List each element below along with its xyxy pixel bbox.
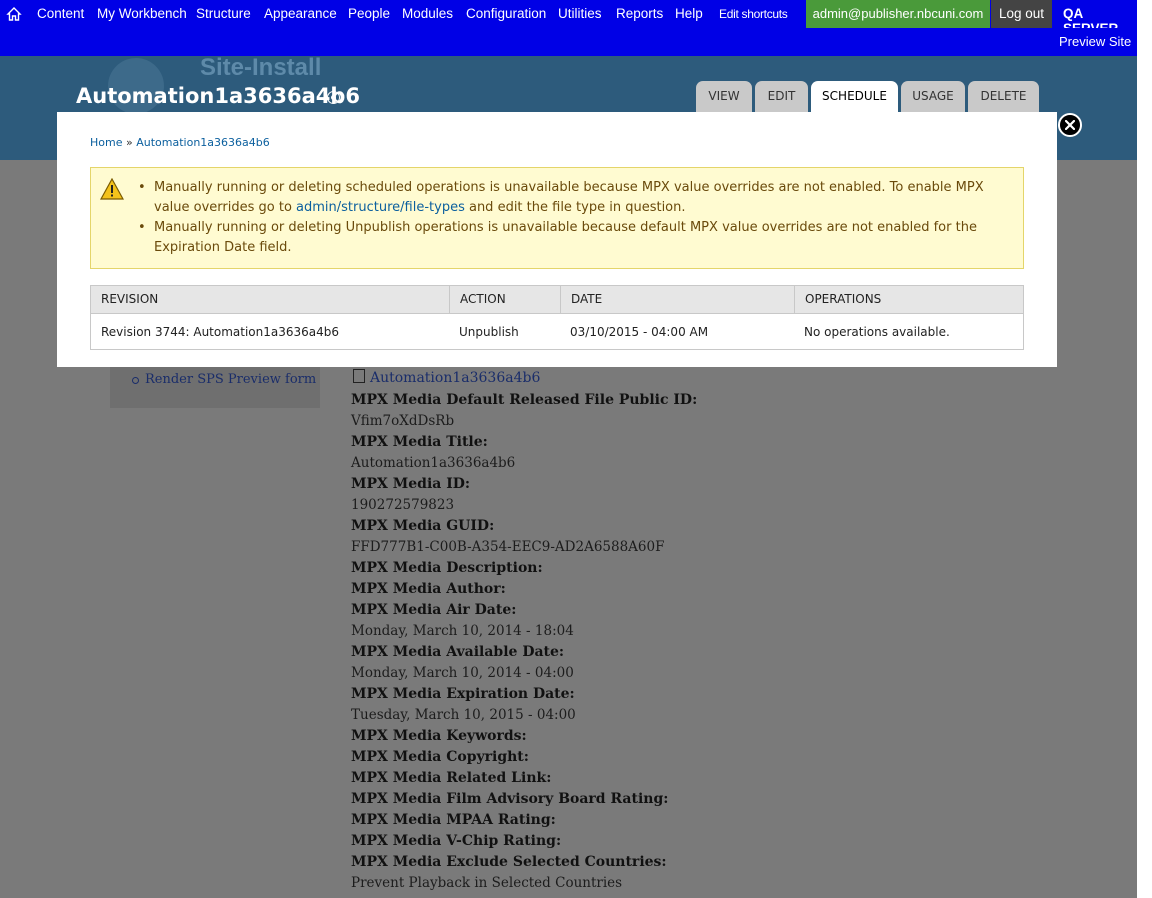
toolbar-item-my-workbench[interactable]: My Workbench (97, 6, 187, 21)
field-value: Monday, March 10, 2014 - 04:00 (351, 665, 574, 681)
field-label: MPX Media Related Link: (351, 770, 552, 786)
field-label: MPX Media Expiration Date: (351, 686, 575, 702)
shortcut-bar: Preview Site (0, 28, 1137, 56)
cell-operations: No operations available. (804, 325, 950, 339)
schedule-dialog: Home » Automation1a3636a4b6 Manually run… (57, 112, 1057, 367)
toolbar-item-configuration[interactable]: Configuration (466, 6, 546, 21)
tab-edit[interactable]: EDIT (755, 81, 808, 112)
field-label: MPX Media Copyright: (351, 749, 529, 765)
table-header: REVISION ACTION DATE OPERATIONS (91, 286, 1023, 313)
col-operations: OPERATIONS (805, 292, 882, 306)
field-label: MPX Media Available Date: (351, 644, 565, 660)
film-icon (353, 369, 365, 383)
mpx-fields: MPX Media Default Released File Public I… (351, 390, 1051, 894)
col-revision: REVISION (91, 286, 450, 313)
warning-icon (100, 178, 124, 200)
field-value: Tuesday, March 10, 2015 - 04:00 (351, 707, 576, 723)
admin-toolbar: Content My Workbench Structure Appearanc… (0, 0, 1137, 36)
field-label: MPX Media Default Released File Public I… (351, 392, 698, 408)
title-action-icon[interactable] (327, 91, 340, 104)
site-name[interactable]: Site-Install (200, 54, 321, 82)
toolbar-item-appearance[interactable]: Appearance (264, 6, 337, 21)
warning-list: Manually running or deleting scheduled o… (138, 178, 998, 258)
toolbar-item-people[interactable]: People (348, 6, 390, 21)
warning-item: Manually running or deleting Unpublish o… (138, 218, 998, 258)
close-icon (1065, 120, 1075, 130)
field-label: MPX Media Author: (351, 581, 506, 597)
cell-action: Unpublish (459, 325, 519, 339)
page-title: Automation1a3636a4b6 (76, 84, 360, 108)
toolbar-item-modules[interactable]: Modules (402, 6, 453, 21)
breadcrumb: Home » Automation1a3636a4b6 (90, 136, 270, 149)
field-value: Monday, March 10, 2014 - 18:04 (351, 623, 574, 639)
field-label: MPX Media GUID: (351, 518, 495, 534)
col-action: ACTION (450, 286, 561, 313)
render-sps-preview-link[interactable]: Render SPS Preview form (145, 372, 316, 387)
field-label: MPX Media ID: (351, 476, 471, 492)
file-link-text: Automation1a3636a4b6 (370, 370, 541, 386)
toolbar-item-structure[interactable]: Structure (196, 6, 251, 21)
cell-revision: Revision 3744: Automation1a3636a4b6 (101, 325, 340, 339)
file-types-link[interactable]: admin/structure/file-types (296, 200, 465, 215)
field-label: MPX Media V-Chip Rating: (351, 833, 562, 849)
breadcrumb-separator: » (122, 136, 137, 149)
field-label: MPX Media Exclude Selected Countries: (351, 854, 667, 870)
file-link[interactable]: Automation1a3636a4b6 (353, 369, 540, 386)
col-date: DATE (561, 286, 795, 313)
toolbar-item-reports[interactable]: Reports (616, 6, 663, 21)
warning-text: and edit the file type in question. (464, 200, 686, 215)
home-icon[interactable] (6, 6, 22, 22)
tab-view[interactable]: VIEW (696, 81, 752, 112)
field-label: MPX Media Air Date: (351, 602, 517, 618)
toolbar-item-content[interactable]: Content (37, 6, 84, 21)
warning-message: Manually running or deleting scheduled o… (90, 167, 1024, 269)
close-dialog-button[interactable] (1058, 113, 1082, 137)
field-label: MPX Media Film Advisory Board Rating: (351, 791, 669, 807)
field-value: Prevent Playback in Selected Countries (351, 875, 623, 891)
toolbar-item-help[interactable]: Help (675, 6, 703, 21)
user-account-link[interactable]: admin@publisher.nbcuni.com (806, 0, 990, 28)
warning-text: Manually running or deleting Unpublish o… (154, 220, 977, 255)
warning-item: Manually running or deleting scheduled o… (138, 178, 998, 218)
breadcrumb-current[interactable]: Automation1a3636a4b6 (136, 136, 270, 149)
cell-date: 03/10/2015 - 04:00 AM (570, 325, 709, 339)
field-label: MPX Media Description: (351, 560, 543, 576)
table-row: Revision 3744: Automation1a3636a4b6 Unpu… (91, 313, 1023, 350)
field-label: MPX Media Keywords: (351, 728, 527, 744)
toolbar-item-utilities[interactable]: Utilities (558, 6, 602, 21)
list-bullet (132, 377, 139, 384)
field-value: Automation1a3636a4b6 (351, 455, 516, 471)
edit-shortcuts-link[interactable]: Edit shortcuts (719, 7, 788, 21)
field-value: FFD777B1-C00B-A354-EEC9-AD2A6588A60F (351, 539, 665, 555)
preview-site-link[interactable]: Preview Site (1059, 34, 1131, 49)
field-value: 190272579823 (351, 497, 455, 513)
field-label: MPX Media MPAA Rating: (351, 812, 556, 828)
page-edge (1137, 0, 1152, 898)
logout-button[interactable]: Log out (991, 0, 1052, 28)
tab-delete[interactable]: DELETE (968, 81, 1039, 112)
tab-usage[interactable]: USAGE (901, 81, 965, 112)
field-value: Vfim7oXdDsRb (351, 413, 455, 429)
breadcrumb-home[interactable]: Home (90, 136, 122, 149)
tab-schedule[interactable]: SCHEDULE (811, 81, 898, 112)
schedule-table: REVISION ACTION DATE OPERATIONS Revision… (90, 285, 1024, 350)
field-label: MPX Media Title: (351, 434, 488, 450)
